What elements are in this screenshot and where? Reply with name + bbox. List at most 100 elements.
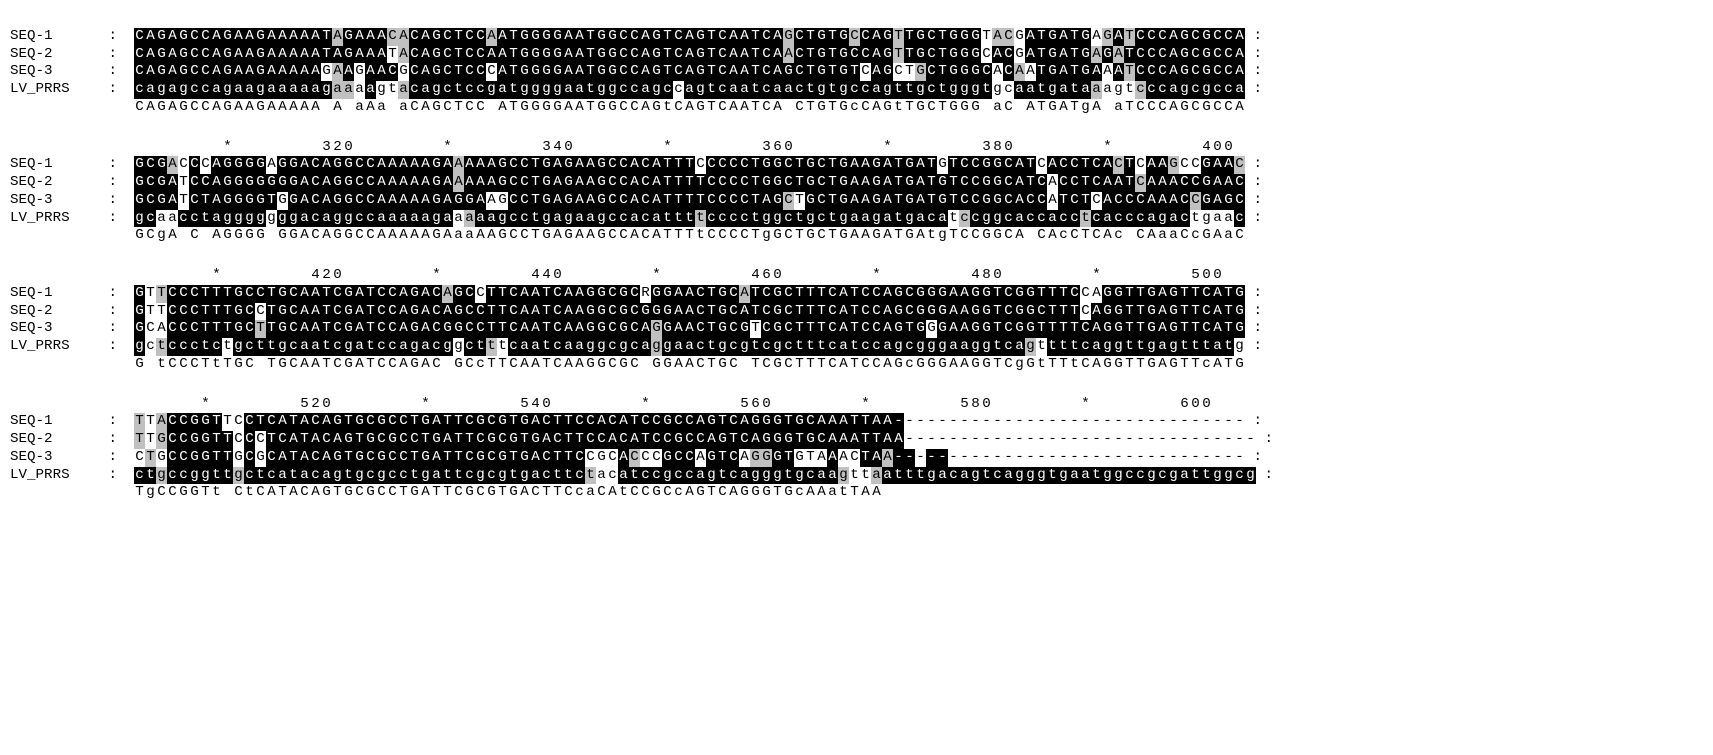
row-colon: :: [100, 413, 134, 431]
row-tail-colon: :: [1245, 28, 1279, 46]
sequence-label: LV_PRRS: [10, 81, 100, 99]
sequence-label: SEQ-2: [10, 174, 100, 192]
consensus-row: G tCCCTtTGC TGCAATCGATCCAGAC GCcTTCAATCA…: [10, 356, 1703, 374]
sequence-row: SEQ-2 : CAGAGCCAGAAGAAAAATAGAAATACAGCTCC…: [10, 46, 1703, 64]
sequence-row: SEQ-3 : CTGCCGGTTGCGCATACAGTGCGCCTGATTCG…: [10, 449, 1703, 467]
row-colon: :: [100, 210, 134, 228]
row-tail-colon: :: [1245, 210, 1279, 228]
alignment-block: SEQ-1 : CAGAGCCAGAAGAAAAATAGAAACACAGCTCC…: [10, 10, 1703, 117]
ruler-colon-spacer: [100, 396, 134, 414]
consensus-label-spacer: [10, 227, 100, 245]
row-colon: :: [100, 63, 134, 81]
consensus-label-spacer: [10, 356, 100, 374]
consensus-label-spacer: [10, 99, 100, 117]
row-colon: :: [100, 46, 134, 64]
sequence-label: SEQ-3: [10, 63, 100, 81]
sequence-row: SEQ-1 : GTTCCCTTTGCCTGCAATCGATCCAGACAGCC…: [10, 285, 1703, 303]
ruler-colon-spacer: [100, 139, 134, 157]
row-colon: :: [100, 320, 134, 338]
sequence-row: SEQ-2 : TTGCCGGTTCCCTCATACAGTGCGCCTGATTC…: [10, 431, 1703, 449]
sequence-cells: CTGCCGGTTGCGCATACAGTGCGCCTGATTCGCGTGACTT…: [134, 449, 1245, 467]
consensus-row: CAGAGCCAGAAGAAAAA A aAa aCAGCTCC ATGGGGA…: [10, 99, 1703, 117]
top-tick-row: [10, 10, 1703, 28]
consensus-label-spacer: [10, 484, 100, 502]
ruler-row: * 520 * 540 * 560 * 580 * 600: [10, 396, 1703, 414]
sequence-row: SEQ-2 : GCGATCCAGGGGGGGACAGGCCAAAAAGAAAA…: [10, 174, 1703, 192]
sequence-row: SEQ-1 : TTACCGGTTCCTCATACAGTGCGCCTGATTCG…: [10, 413, 1703, 431]
ruler-label-spacer: [10, 396, 100, 414]
consensus-colon-spacer: [100, 484, 134, 502]
sequence-cells: CAGAGCCAGAAGAAAAAGAAGAACGCAGCTCCCATGGGGA…: [134, 63, 1245, 81]
row-colon: :: [100, 467, 134, 485]
row-tail-colon: :: [1245, 320, 1279, 338]
ruler-scale: * 420 * 440 * 460 * 480 * 500: [134, 267, 1245, 285]
ruler-row: * 420 * 440 * 460 * 480 * 500: [10, 267, 1703, 285]
sequence-cells: gcaacctagggggggacaggccaaaaagaaaaagcctgag…: [134, 210, 1245, 228]
sequence-cells: ctgccggttgctcatacagtgcgcctgattcgcgtgactt…: [134, 467, 1256, 485]
ruler-scale: * 320 * 340 * 360 * 380 * 400: [134, 139, 1245, 157]
sequence-cells: CAGAGCCAGAAGAAAAATAGAAACACAGCTCCAATGGGGA…: [134, 28, 1245, 46]
sequence-cells: CAGAGCCAGAAGAAAAATAGAAATACAGCTCCAATGGGGA…: [134, 46, 1245, 64]
consensus-cells: TgCCGGTt CtCATACAGTGCGCCTGATTCGCGTGACTTC…: [134, 484, 1245, 502]
row-tail-colon: :: [1245, 449, 1279, 467]
consensus-cells: GCgA C AGGGG GGACAGGCCAAAAAGAaaAAGCCTGAG…: [134, 227, 1245, 245]
row-colon: :: [100, 431, 134, 449]
row-colon: :: [100, 192, 134, 210]
row-tail-colon: :: [1256, 431, 1290, 449]
alignment-block: * 320 * 340 * 360 * 380 * 400 SEQ-1 : GC…: [10, 139, 1703, 246]
row-colon: :: [100, 81, 134, 99]
sequence-cells: GCACCCTTTGCTTGCAATCGATCCAGACGGCCTTCAATCA…: [134, 320, 1245, 338]
row-tail-colon: :: [1245, 174, 1279, 192]
consensus-colon-spacer: [100, 99, 134, 117]
sequence-row: LV_PRRS : gctccctctgcttgcaatcgatccagacgg…: [10, 338, 1703, 356]
row-tail-colon: :: [1245, 413, 1279, 431]
consensus-row: GCgA C AGGGG GGACAGGCCAAAAAGAaaAAGCCTGAG…: [10, 227, 1703, 245]
row-tail-colon: :: [1245, 303, 1279, 321]
alignment-container: SEQ-1 : CAGAGCCAGAAGAAAAATAGAAACACAGCTCC…: [10, 10, 1703, 502]
sequence-cells: gctccctctgcttgcaatcgatccagacggctttcaatca…: [134, 338, 1245, 356]
sequence-row: LV_PRRS : cagagccagaagaaaaagaaaagtacagct…: [10, 81, 1703, 99]
sequence-label: LV_PRRS: [10, 210, 100, 228]
sequence-row: LV_PRRS : gcaacctagggggggacaggccaaaaagaa…: [10, 210, 1703, 228]
consensus-cells: CAGAGCCAGAAGAAAAA A aAa aCAGCTCC ATGGGGA…: [134, 99, 1245, 117]
sequence-label: SEQ-1: [10, 28, 100, 46]
sequence-cells: GTTCCCTTTGCCTGCAATCGATCCAGACAGCCTTCAATCA…: [134, 303, 1245, 321]
row-colon: :: [100, 28, 134, 46]
sequence-label: LV_PRRS: [10, 338, 100, 356]
row-tail-colon: :: [1245, 192, 1279, 210]
sequence-label: SEQ-3: [10, 192, 100, 210]
row-tail-colon: :: [1245, 63, 1279, 81]
row-colon: :: [100, 285, 134, 303]
sequence-label: LV_PRRS: [10, 467, 100, 485]
ruler-label-spacer: [10, 139, 100, 157]
row-tail-colon: :: [1245, 285, 1279, 303]
sequence-label: SEQ-2: [10, 303, 100, 321]
row-tail-colon: :: [1245, 338, 1279, 356]
row-colon: :: [100, 449, 134, 467]
sequence-label: SEQ-1: [10, 413, 100, 431]
sequence-row: SEQ-3 : GCGATCTAGGGGTGGACAGGCCAAAAAGAGGA…: [10, 192, 1703, 210]
alignment-block: * 520 * 540 * 560 * 580 * 600 SEQ-1 : TT…: [10, 396, 1703, 503]
row-tail-colon: :: [1245, 46, 1279, 64]
row-colon: :: [100, 174, 134, 192]
alignment-block: * 420 * 440 * 460 * 480 * 500 SEQ-1 : GT…: [10, 267, 1703, 374]
sequence-cells: GCGATCTAGGGGTGGACAGGCCAAAAAGAGGAAGCCTGAG…: [134, 192, 1245, 210]
row-tail-colon: :: [1245, 81, 1279, 99]
sequence-row: SEQ-1 : GCGACCCAGGGGAGGACAGGCCAAAAAGAAAA…: [10, 156, 1703, 174]
sequence-cells: cagagccagaagaaaaagaaaagtacagctccgatgggga…: [134, 81, 1245, 99]
row-tail-colon: :: [1245, 156, 1279, 174]
sequence-row: LV_PRRS : ctgccggttgctcatacagtgcgcctgatt…: [10, 467, 1703, 485]
sequence-label: SEQ-3: [10, 449, 100, 467]
sequence-label: SEQ-2: [10, 431, 100, 449]
row-colon: :: [100, 156, 134, 174]
row-tail-colon: :: [1256, 467, 1290, 485]
ruler-scale: * 520 * 540 * 560 * 580 * 600: [134, 396, 1245, 414]
consensus-colon-spacer: [100, 227, 134, 245]
sequence-row: SEQ-3 : GCACCCTTTGCTTGCAATCGATCCAGACGGCC…: [10, 320, 1703, 338]
sequence-label: SEQ-1: [10, 156, 100, 174]
consensus-cells: G tCCCTtTGC TGCAATCGATCCAGAC GCcTTCAATCA…: [134, 356, 1245, 374]
row-colon: :: [100, 338, 134, 356]
sequence-label: SEQ-2: [10, 46, 100, 64]
sequence-label: SEQ-3: [10, 320, 100, 338]
sequence-cells: GCGATCCAGGGGGGGACAGGCCAAAAAGAAAAAGCCTGAG…: [134, 174, 1245, 192]
